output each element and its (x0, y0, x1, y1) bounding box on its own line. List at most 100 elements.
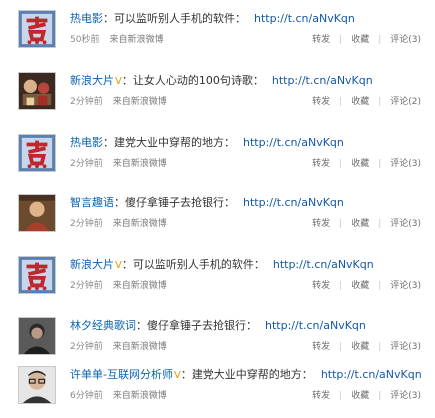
post-line: 热电影：可以监听别人手机的软件： http://t.cn/aNvKqn (70, 12, 355, 26)
post-text: 建党大业中穿帮的地方： (191, 368, 313, 381)
author-name[interactable]: 许单单-互联网分析师 (70, 368, 173, 381)
repost-button[interactable]: 转发 (312, 219, 330, 229)
glasses-man-avatar[interactable] (18, 366, 56, 404)
post-time[interactable]: 2分钟前 (70, 219, 103, 229)
author-name[interactable]: 智言趣语 (70, 196, 114, 209)
comment-button[interactable]: 评论(3) (390, 281, 421, 291)
post-meta: 2分钟前 来自新浪微博 (70, 341, 167, 353)
post-text: 傻仔拿锤子去抢银行： (147, 319, 257, 332)
author-name[interactable]: 热电影 (70, 136, 103, 149)
feed-item: 许单单-互联网分析师V：建党大业中穿帮的地方： http://t.cn/aNvKq… (0, 360, 435, 412)
divider: | (339, 342, 343, 352)
post-source[interactable]: 来自新浪微博 (113, 281, 167, 291)
favorite-button[interactable]: 收藏 (351, 97, 369, 107)
post-source[interactable]: 来自新浪微博 (109, 35, 163, 45)
comment-button[interactable]: 评论(3) (390, 342, 421, 352)
post-meta: 50秒前 来自新浪微博 (70, 34, 163, 46)
favorite-button[interactable]: 收藏 (351, 159, 369, 169)
divider: | (339, 159, 343, 169)
post-time[interactable]: 2分钟前 (70, 159, 103, 169)
post-text: 让女人心动的100句诗歌： (132, 74, 264, 87)
hot-character-avatar[interactable] (18, 134, 56, 172)
post-time[interactable]: 6分钟前 (70, 391, 103, 401)
post-link[interactable]: http://t.cn/aNvKqn (243, 196, 344, 209)
author-name[interactable]: 林夕经典歌词 (70, 319, 136, 332)
post-meta: 2分钟前 来自新浪微博 (70, 280, 167, 292)
author-name[interactable]: 新浪大片 (70, 258, 114, 271)
comment-button[interactable]: 评论(2) (390, 97, 421, 107)
feed-item: 新浪大片V：让女人心动的100句诗歌： http://t.cn/aNvKqn 2分… (0, 66, 435, 118)
post-link[interactable]: http://t.cn/aNvKqn (321, 368, 422, 381)
repost-button[interactable]: 转发 (312, 35, 330, 45)
post-text: 傻仔拿锤子去抢银行： (125, 196, 235, 209)
movie-poster-avatar[interactable] (18, 256, 56, 294)
post-link[interactable]: http://t.cn/aNvKqn (243, 136, 344, 149)
divider: | (378, 342, 382, 352)
glasses-man-icon (19, 367, 55, 403)
comment-button[interactable]: 评论(3) (390, 35, 421, 45)
repost-button[interactable]: 转发 (312, 342, 330, 352)
divider: | (339, 219, 343, 229)
painting-avatar[interactable] (18, 194, 56, 232)
post-line: 许单单-互联网分析师V：建党大业中穿帮的地方： http://t.cn/aNvKq… (70, 368, 422, 383)
comment-button[interactable]: 评论(3) (390, 159, 421, 169)
feed-item: 热电影：可以监听别人手机的软件： http://t.cn/aNvKqn 50秒前来… (0, 4, 435, 56)
favorite-button[interactable]: 收藏 (351, 35, 369, 45)
repost-button[interactable]: 转发 (312, 391, 330, 401)
post-text: 可以监听别人手机的软件： (132, 258, 265, 271)
post-time[interactable]: 2分钟前 (70, 342, 103, 352)
divider: | (378, 391, 382, 401)
hot-character-icon (19, 11, 55, 47)
post-actions: 转发 | 收藏 | 评论(3) (312, 158, 421, 170)
divider: | (378, 97, 382, 107)
post-time[interactable]: 50秒前 (70, 35, 99, 45)
post-actions: 转发 | 收藏 | 评论(2) (312, 96, 421, 108)
favorite-button[interactable]: 收藏 (351, 219, 369, 229)
author-name[interactable]: 热电影 (70, 12, 103, 25)
favorite-button[interactable]: 收藏 (351, 281, 369, 291)
repost-button[interactable]: 转发 (312, 97, 330, 107)
post-line: 新浪大片V：让女人心动的100句诗歌： http://t.cn/aNvKqn (70, 74, 373, 89)
divider: | (339, 391, 343, 401)
post-link[interactable]: http://t.cn/aNvKqn (265, 319, 366, 332)
repost-button[interactable]: 转发 (312, 159, 330, 169)
post-link[interactable]: http://t.cn/aNvKqn (254, 12, 355, 25)
favorite-button[interactable]: 收藏 (351, 391, 369, 401)
colon: ： (114, 196, 125, 209)
post-time[interactable]: 2分钟前 (70, 281, 103, 291)
post-actions: 转发 | 收藏 | 评论(3) (312, 280, 421, 292)
post-source[interactable]: 来自新浪微博 (113, 97, 167, 107)
divider: | (339, 35, 343, 45)
comment-button[interactable]: 评论(3) (390, 219, 421, 229)
post-source[interactable]: 来自新浪微博 (113, 219, 167, 229)
feed-item: 林夕经典歌词：傻仔拿锤子去抢银行： http://t.cn/aNvKqn 2分钟前… (0, 311, 435, 363)
post-meta: 2分钟前 来自新浪微博 (70, 96, 167, 108)
post-link[interactable]: http://t.cn/aNvKqn (273, 258, 374, 271)
colon: ： (136, 319, 147, 332)
post-source[interactable]: 来自新浪微博 (113, 342, 167, 352)
person-photo-avatar[interactable] (18, 317, 56, 355)
feed-item: 热电影：建党大业中穿帮的地方： http://t.cn/aNvKqn 2分钟前 来自… (0, 128, 435, 180)
movie-poster-avatar[interactable] (18, 72, 56, 110)
post-time[interactable]: 2分钟前 (70, 97, 103, 107)
repost-button[interactable]: 转发 (312, 281, 330, 291)
divider: | (378, 281, 382, 291)
verified-icon: V (173, 370, 181, 381)
hot-character-avatar[interactable] (18, 10, 56, 48)
post-meta: 6分钟前 来自新浪微博 (70, 390, 167, 402)
post-actions: 转发 | 收藏 | 评论(3) (312, 341, 421, 353)
post-source[interactable]: 来自新浪微博 (113, 159, 167, 169)
post-actions: 转发 | 收藏 | 评论(3) (312, 218, 421, 230)
verified-icon: V (115, 260, 122, 271)
post-meta: 2分钟前 来自新浪微博 (70, 218, 167, 230)
post-line: 智言趣语：傻仔拿锤子去抢银行： http://t.cn/aNvKqn (70, 196, 344, 210)
post-source[interactable]: 来自新浪微博 (113, 391, 167, 401)
divider: | (378, 219, 382, 229)
favorite-button[interactable]: 收藏 (351, 342, 369, 352)
author-name[interactable]: 新浪大片 (70, 74, 114, 87)
post-link[interactable]: http://t.cn/aNvKqn (272, 74, 373, 87)
colon: ： (103, 136, 114, 149)
divider: | (378, 159, 382, 169)
post-actions: 转发 | 收藏 | 评论(3) (312, 390, 421, 402)
comment-button[interactable]: 评论(3) (390, 391, 421, 401)
